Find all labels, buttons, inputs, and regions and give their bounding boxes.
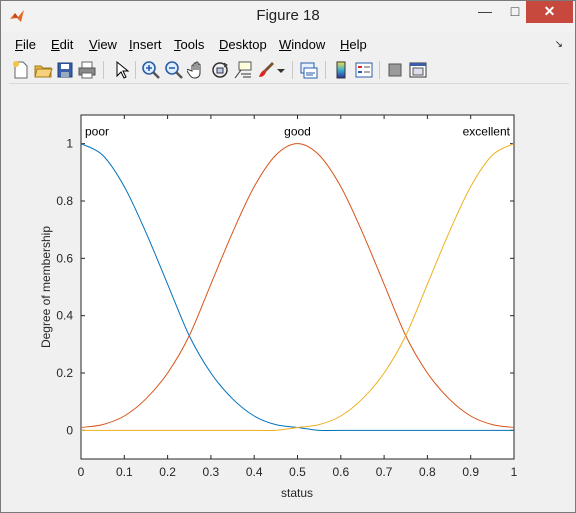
menu-desktop[interactable]: Desktop xyxy=(219,37,267,52)
show-plot-tools-icon[interactable] xyxy=(408,60,428,80)
x-tick-label: 0.2 xyxy=(159,465,176,479)
insert-legend-icon[interactable] xyxy=(354,60,374,80)
x-tick-label: 0 xyxy=(78,465,85,479)
brush-dropdown-icon[interactable] xyxy=(275,60,287,80)
toolbar-separator xyxy=(325,61,326,79)
title-bar[interactable]: Figure 18 — □ ✕ xyxy=(1,1,575,31)
figure-canvas: 0 0.1 0.2 0.3 0.4 0.5 0.6 0.7 0.8 0.9 1 0 0.2 0.4 0.6 0… xyxy=(9,85,569,505)
y-tick-label: 0.8 xyxy=(56,194,73,208)
menu-tools[interactable]: Tools xyxy=(174,37,204,52)
hide-plot-tools-icon[interactable] xyxy=(385,60,405,80)
close-button[interactable]: ✕ xyxy=(526,1,573,23)
x-tick-label: 0.7 xyxy=(376,465,393,479)
pan-hand-icon[interactable] xyxy=(187,60,207,80)
x-tick-label: 0.1 xyxy=(116,465,133,479)
series-label-poor: poor xyxy=(85,125,109,139)
series-label-good: good xyxy=(284,125,311,139)
x-tick-label: 0.5 xyxy=(289,465,306,479)
menu-help[interactable]: Help xyxy=(340,37,367,52)
y-tick-label: 0 xyxy=(66,423,73,437)
toolbar-separator xyxy=(379,61,380,79)
figure-window: Figure 18 — □ ✕ File Edit View Insert To… xyxy=(0,0,576,513)
figure-toolbar xyxy=(9,57,569,84)
menu-bar: File Edit View Insert Tools Desktop Wind… xyxy=(9,35,569,55)
menu-window[interactable]: Window xyxy=(279,37,325,52)
maximize-button[interactable]: □ xyxy=(501,1,529,23)
toolbar-separator xyxy=(103,61,104,79)
print-icon[interactable] xyxy=(77,60,97,80)
minimize-button[interactable]: — xyxy=(471,1,499,23)
x-tick-label: 0.6 xyxy=(332,465,349,479)
toolbar-separator xyxy=(135,61,136,79)
y-axis-label: Degree of membership xyxy=(39,226,53,348)
axes-background xyxy=(80,114,515,460)
rotate-3d-icon[interactable] xyxy=(210,60,230,80)
y-tick-label: 0.4 xyxy=(56,309,73,323)
edit-plot-arrow-icon[interactable] xyxy=(111,60,131,80)
zoom-out-icon[interactable] xyxy=(164,60,184,80)
dock-arrow-icon[interactable]: ↘ xyxy=(555,39,563,50)
series-label-excellent: excellent xyxy=(463,125,511,139)
menu-view[interactable]: View xyxy=(89,37,117,52)
toolbar-separator xyxy=(292,61,293,79)
membership-function-plot[interactable]: 0 0.1 0.2 0.3 0.4 0.5 0.6 0.7 0.8 0.9 1 0 0.2 0.4 0.6 0… xyxy=(9,85,569,505)
x-tick-label: 0.8 xyxy=(419,465,436,479)
y-tick-label: 1 xyxy=(66,137,73,151)
y-tick-label: 0.2 xyxy=(56,366,73,380)
menu-edit[interactable]: Edit xyxy=(51,37,73,52)
link-plot-icon[interactable] xyxy=(299,60,319,80)
new-figure-icon[interactable] xyxy=(11,60,31,80)
x-tick-label: 1 xyxy=(511,465,518,479)
insert-colorbar-icon[interactable] xyxy=(331,60,351,80)
brush-icon[interactable] xyxy=(256,60,276,80)
x-tick-label: 0.9 xyxy=(462,465,479,479)
open-file-icon[interactable] xyxy=(33,60,53,80)
save-icon[interactable] xyxy=(55,60,75,80)
x-tick-label: 0.4 xyxy=(246,465,263,479)
x-axis-label: status xyxy=(281,486,313,500)
zoom-in-icon[interactable] xyxy=(141,60,161,80)
data-cursor-icon[interactable] xyxy=(233,60,253,80)
x-tick-label: 0.3 xyxy=(203,465,220,479)
y-tick-label: 0.6 xyxy=(56,251,73,265)
menu-file[interactable]: File xyxy=(15,37,36,52)
menu-insert[interactable]: Insert xyxy=(129,37,162,52)
